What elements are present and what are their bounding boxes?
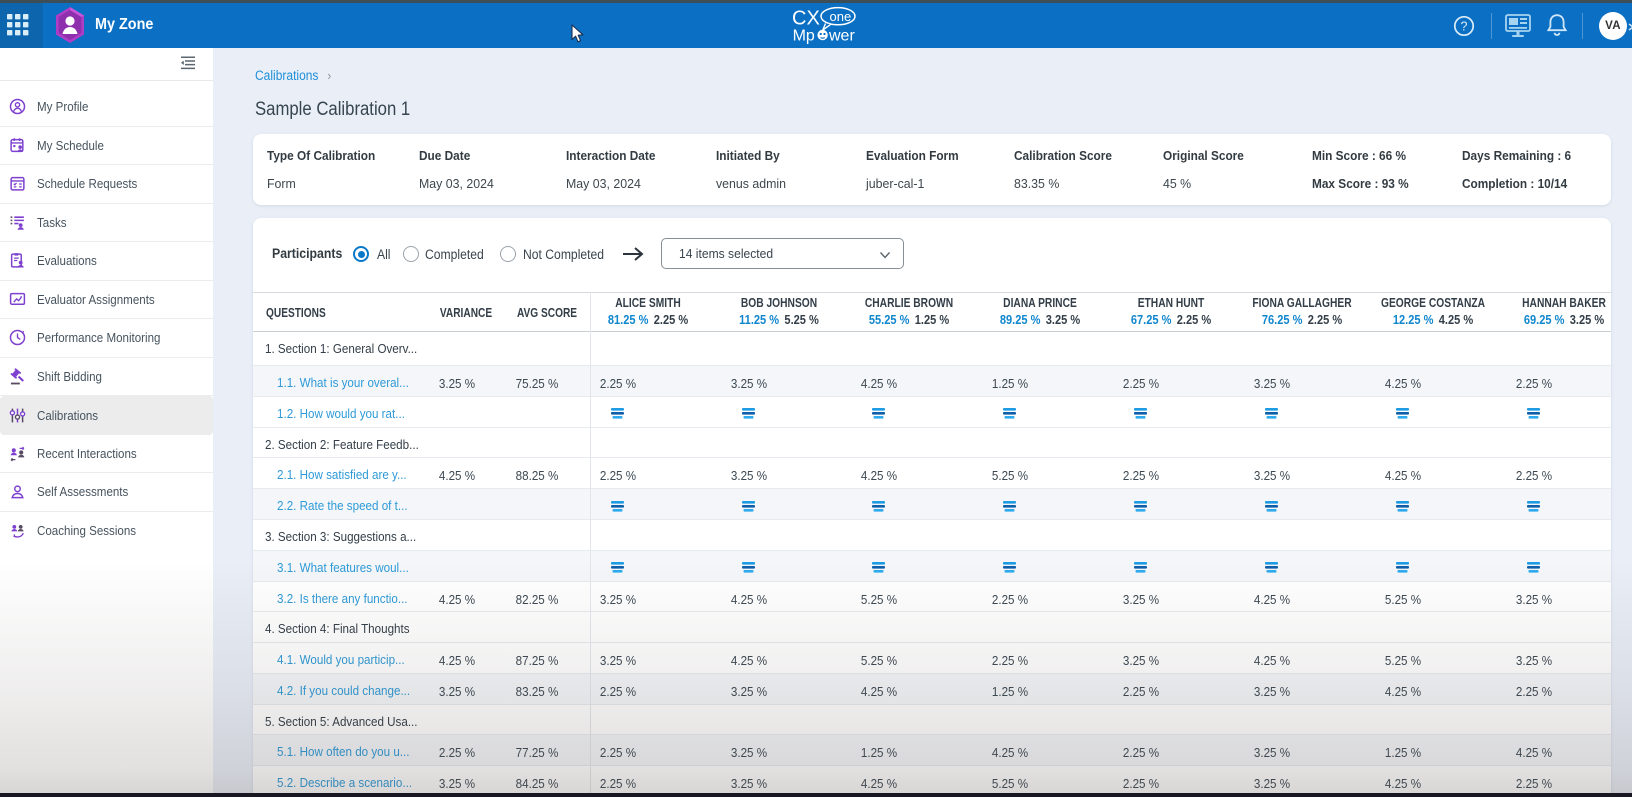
svg-text:?: ? bbox=[1461, 19, 1468, 33]
svg-text:CX: CX bbox=[792, 8, 820, 30]
svg-text:Mp: Mp bbox=[793, 28, 815, 45]
svg-text:wer: wer bbox=[828, 28, 855, 45]
svg-text:one: one bbox=[830, 9, 852, 24]
